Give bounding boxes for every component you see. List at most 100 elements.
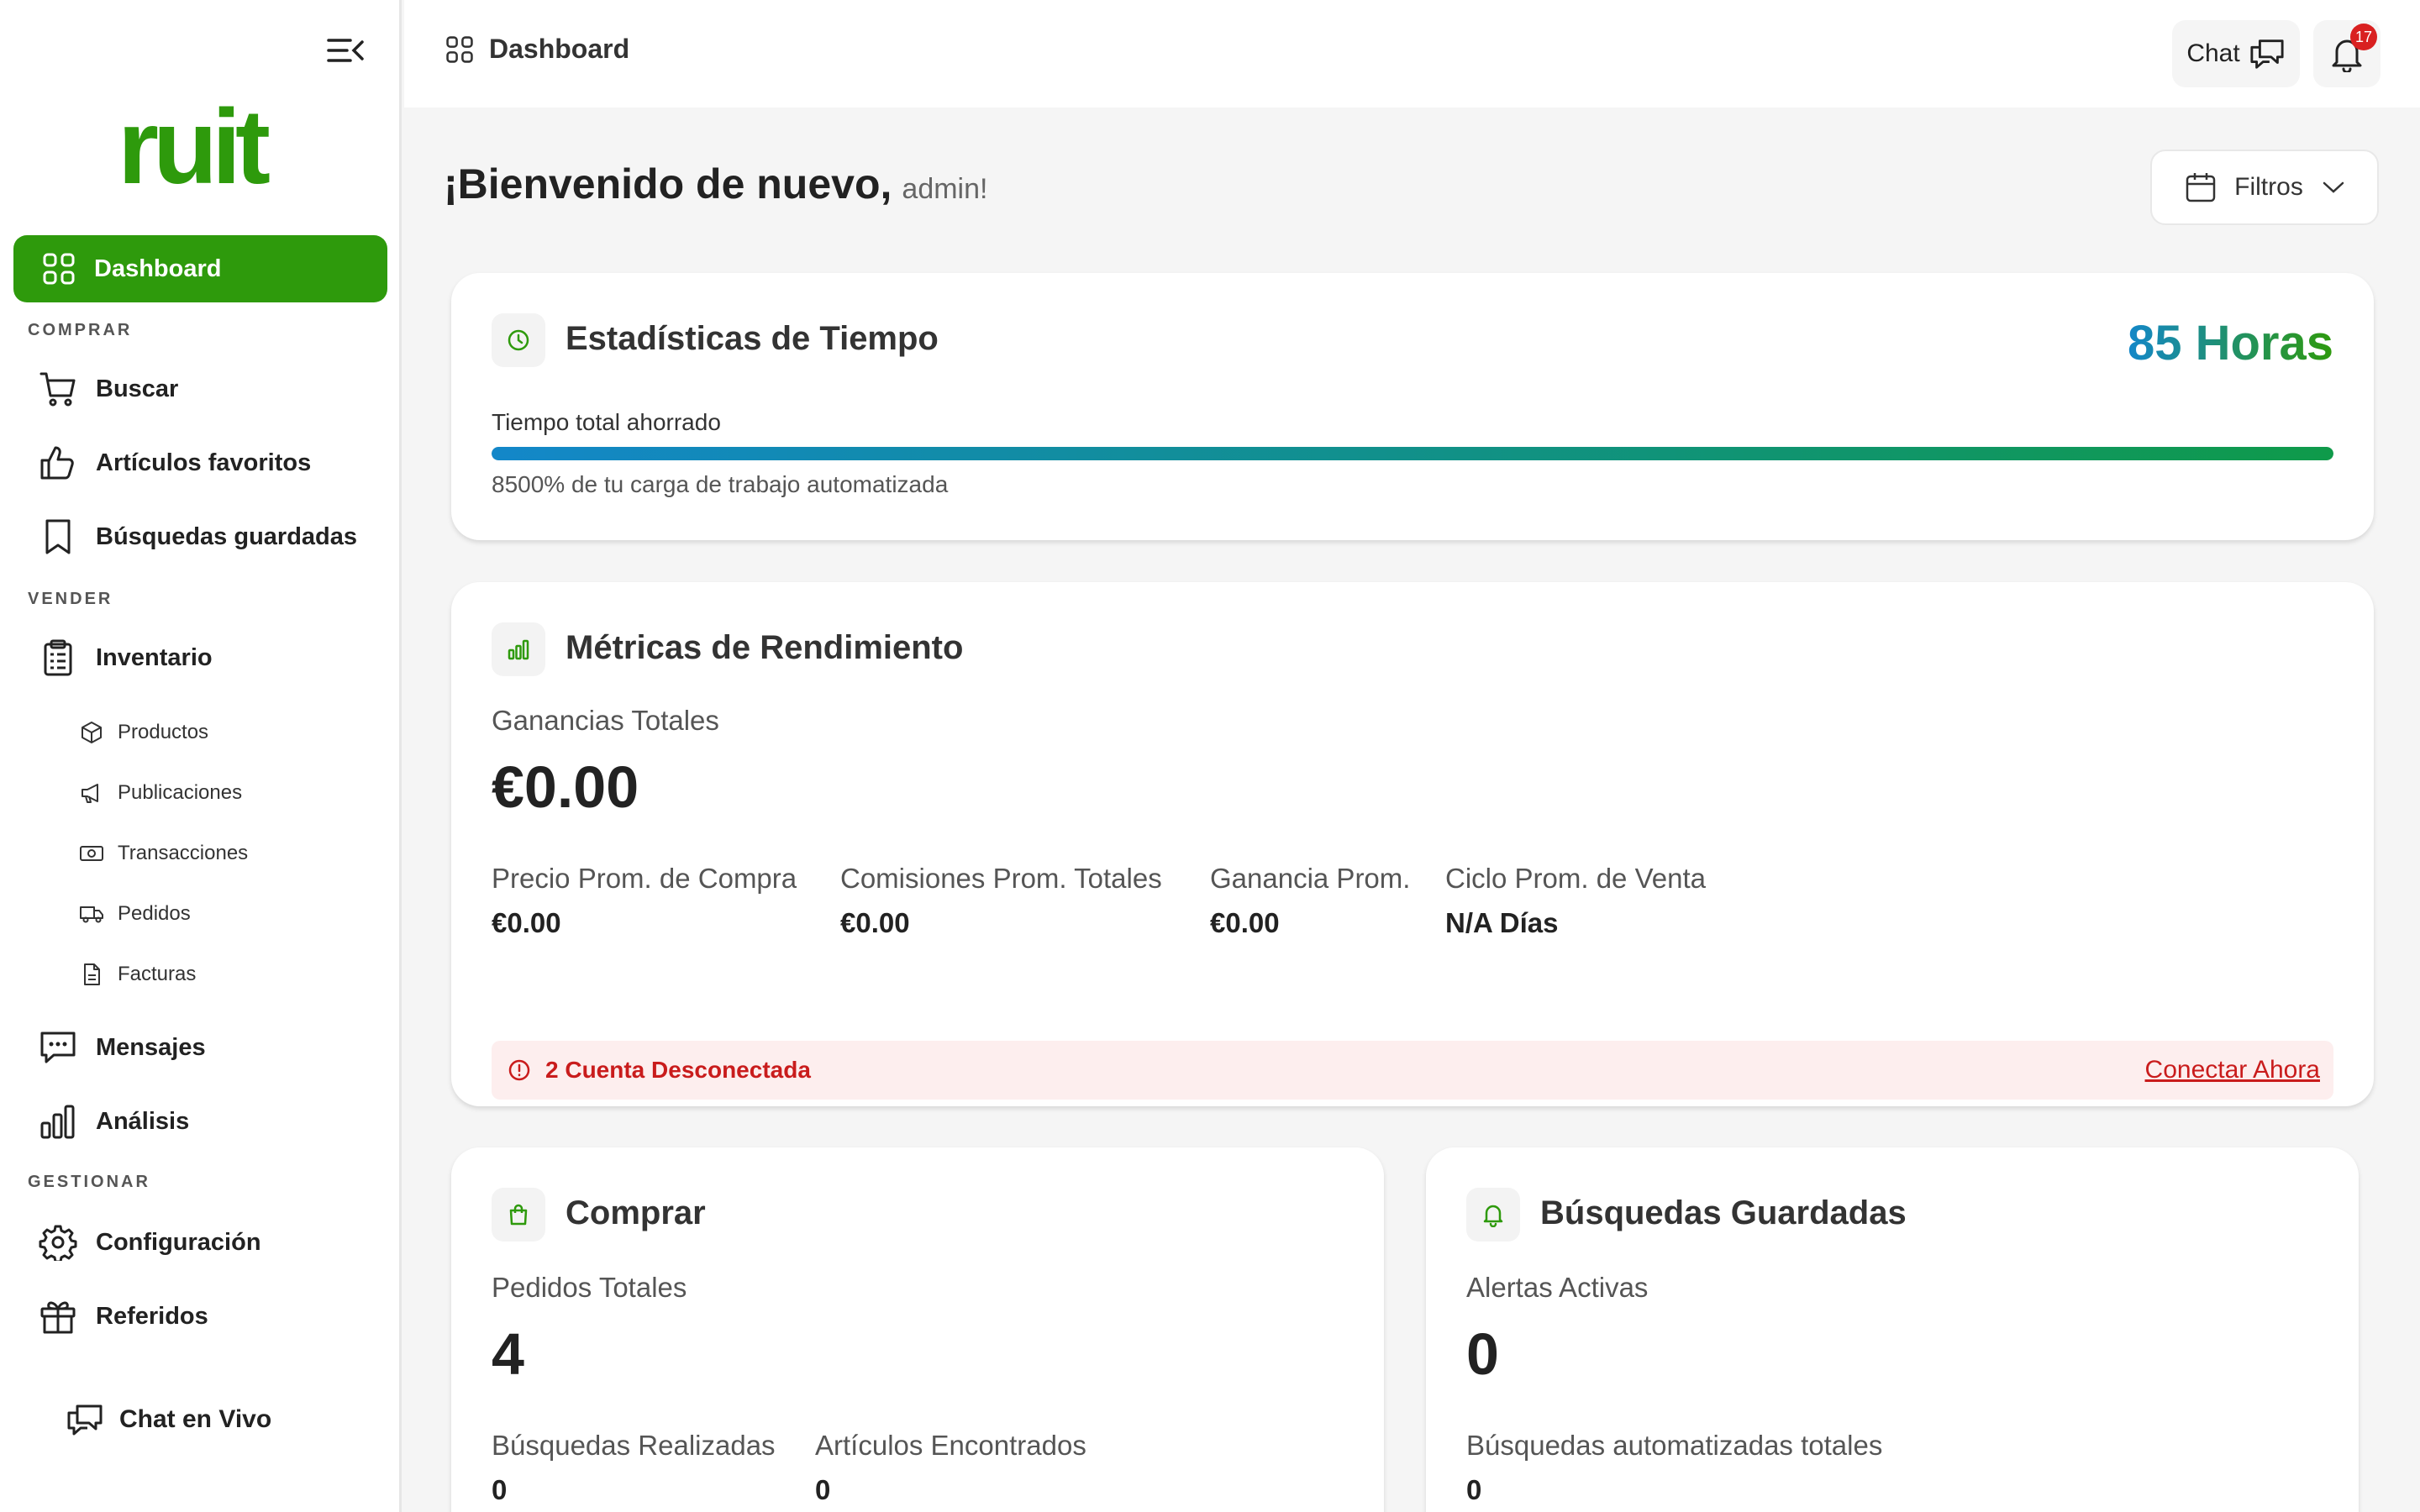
- file-icon: [84, 963, 100, 985]
- card-icon: [1466, 1188, 1520, 1242]
- banknote-icon: [80, 846, 103, 861]
- bar-chart-icon: [40, 1105, 75, 1139]
- sidebar-subitem-publicaciones[interactable]: Publicaciones: [79, 774, 242, 811]
- sidebar-item-label: Referidos: [96, 1302, 208, 1330]
- alert-text: 2 Cuenta Desconectada: [545, 1057, 811, 1083]
- card-icon: [492, 1188, 545, 1242]
- metric-label: Ganancia Prom.: [1210, 863, 1411, 894]
- collapse-sidebar-button[interactable]: [326, 34, 365, 67]
- welcome-user: admin!: [902, 173, 988, 205]
- sidebar-item-inventario[interactable]: Inventario: [39, 633, 213, 683]
- metric-value: €0.00: [1210, 907, 1280, 938]
- active-alerts-value: 0: [1466, 1321, 1499, 1387]
- sidebar-subitem-label: Transacciones: [118, 842, 249, 864]
- automation-text: 8500% de tu carga de trabajo automatizad…: [492, 471, 949, 497]
- found-items-value: 0: [815, 1474, 831, 1505]
- metric-value: €0.00: [492, 907, 561, 938]
- grid-icon: [43, 253, 75, 285]
- disconnected-alert: 2 Cuenta Desconectada Conectar Ahora: [492, 1041, 2333, 1100]
- found-items-label: Artículos Encontrados: [815, 1430, 1086, 1461]
- sidebar-item-configuracion[interactable]: Configuración: [39, 1217, 261, 1268]
- section-vender: VENDER: [28, 590, 113, 608]
- sidebar-item-label: Búsquedas guardadas: [96, 522, 358, 550]
- sidebar-subitem-label: Publicaciones: [118, 781, 243, 804]
- filters-label: Filtros: [2234, 173, 2303, 201]
- metric-label: Precio Prom. de Compra: [492, 863, 797, 894]
- metric-value: N/A Días: [1445, 907, 1559, 938]
- logo: ruit: [118, 87, 271, 206]
- card-icon: [492, 622, 545, 676]
- metric-label: Ciclo Prom. de Venta: [1445, 863, 1706, 894]
- auto-searches-label: Búsquedas automatizadas totales: [1466, 1430, 1883, 1461]
- sidebar-item-mensajes[interactable]: Mensajes: [39, 1022, 206, 1073]
- clock-icon: [508, 329, 529, 351]
- total-earnings-label: Ganancias Totales: [492, 705, 719, 736]
- sidebar-item-label: Artículos favoritos: [96, 449, 312, 476]
- sidebar-item-buscar[interactable]: Buscar: [39, 364, 178, 414]
- sidebar-item-favoritos[interactable]: Artículos favoritos: [39, 438, 311, 488]
- cart-icon: [39, 372, 76, 407]
- bell-icon: [1483, 1205, 1503, 1227]
- sidebar-item-label: Buscar: [96, 375, 179, 402]
- chat-bubbles-icon: [67, 1404, 103, 1436]
- sidebar: ruit Dashboard COMPRAR Buscar Artículos …: [0, 0, 402, 1512]
- live-chat-button[interactable]: Chat en Vivo: [66, 1394, 271, 1445]
- megaphone-icon: [82, 784, 98, 803]
- message-icon: [40, 1032, 76, 1063]
- searches-value: 0: [492, 1474, 508, 1505]
- metric-value: €0.00: [840, 907, 910, 938]
- sidebar-item-label: Dashboard: [94, 255, 222, 282]
- menu-collapse-icon: [327, 39, 364, 62]
- card-title: Comprar: [566, 1194, 706, 1231]
- chat-button[interactable]: Chat: [2172, 20, 2300, 87]
- sidebar-item-label: Análisis: [96, 1107, 190, 1135]
- hours-saved-value: 85 Horas: [2127, 316, 2333, 370]
- chat-bubbles-icon: [2250, 39, 2284, 69]
- sidebar-item-referidos[interactable]: Referidos: [39, 1291, 208, 1341]
- gift-icon: [40, 1301, 76, 1334]
- sidebar-subitem-label: Facturas: [118, 963, 197, 985]
- saved-searches-card: Búsquedas Guardadas Alertas Activas 0 Bú…: [1426, 1147, 2359, 1512]
- card-title: Estadísticas de Tiempo: [566, 320, 939, 357]
- sidebar-subitem-pedidos[interactable]: Pedidos: [79, 895, 191, 932]
- card-icon: [492, 313, 545, 367]
- sidebar-subitem-transacciones[interactable]: Transacciones: [79, 835, 248, 872]
- sidebar-item-dashboard[interactable]: Dashboard: [13, 235, 387, 302]
- card-title: Métricas de Rendimiento: [566, 629, 964, 666]
- welcome-heading: ¡Bienvenido de nuevo, admin!: [444, 160, 987, 208]
- thumbs-up-icon: [40, 446, 74, 480]
- metric-label: Comisiones Prom. Totales: [840, 863, 1162, 894]
- live-chat-label: Chat en Vivo: [119, 1405, 272, 1433]
- sidebar-subitem-facturas[interactable]: Facturas: [79, 956, 196, 993]
- bar-chart-icon: [508, 639, 529, 660]
- active-alerts-label: Alertas Activas: [1466, 1272, 1649, 1303]
- auto-searches-value: 0: [1466, 1474, 1482, 1505]
- time-stats-card: Estadísticas de Tiempo 85 Horas Tiempo t…: [451, 273, 2374, 540]
- bookmark-icon: [45, 519, 71, 554]
- sidebar-item-analisis[interactable]: Análisis: [39, 1096, 189, 1147]
- sidebar-subitem-productos[interactable]: Productos: [79, 714, 208, 751]
- grid-icon: [446, 35, 473, 63]
- time-saved-label: Tiempo total ahorrado: [492, 409, 721, 435]
- welcome-text: ¡Bienvenido de nuevo,: [444, 160, 892, 207]
- total-orders-value: 4: [492, 1321, 524, 1387]
- filters-button[interactable]: Filtros: [2150, 150, 2379, 225]
- sidebar-subitem-label: Pedidos: [118, 902, 191, 925]
- truck-icon: [80, 906, 103, 923]
- notifications-button[interactable]: 17: [2313, 20, 2381, 87]
- section-gestionar: GESTIONAR: [28, 1173, 150, 1191]
- sidebar-item-label: Configuración: [96, 1228, 261, 1256]
- sidebar-item-label: Inventario: [96, 643, 213, 671]
- time-saved-progress: [492, 447, 2333, 460]
- clipboard-icon: [44, 639, 72, 676]
- connect-now-link[interactable]: Conectar Ahora: [2145, 1056, 2320, 1084]
- notification-badge: 17: [2350, 24, 2377, 50]
- gear-icon: [39, 1225, 77, 1261]
- searches-label: Búsquedas Realizadas: [492, 1430, 776, 1461]
- section-comprar: COMPRAR: [28, 321, 133, 339]
- total-earnings-value: €0.00: [492, 754, 639, 820]
- sidebar-item-busquedas[interactable]: Búsquedas guardadas: [39, 512, 357, 562]
- top-header: Dashboard Chat 17: [404, 0, 2420, 108]
- box-icon: [82, 722, 102, 743]
- buy-card: Comprar Pedidos Totales 4 Búsquedas Real…: [451, 1147, 1384, 1512]
